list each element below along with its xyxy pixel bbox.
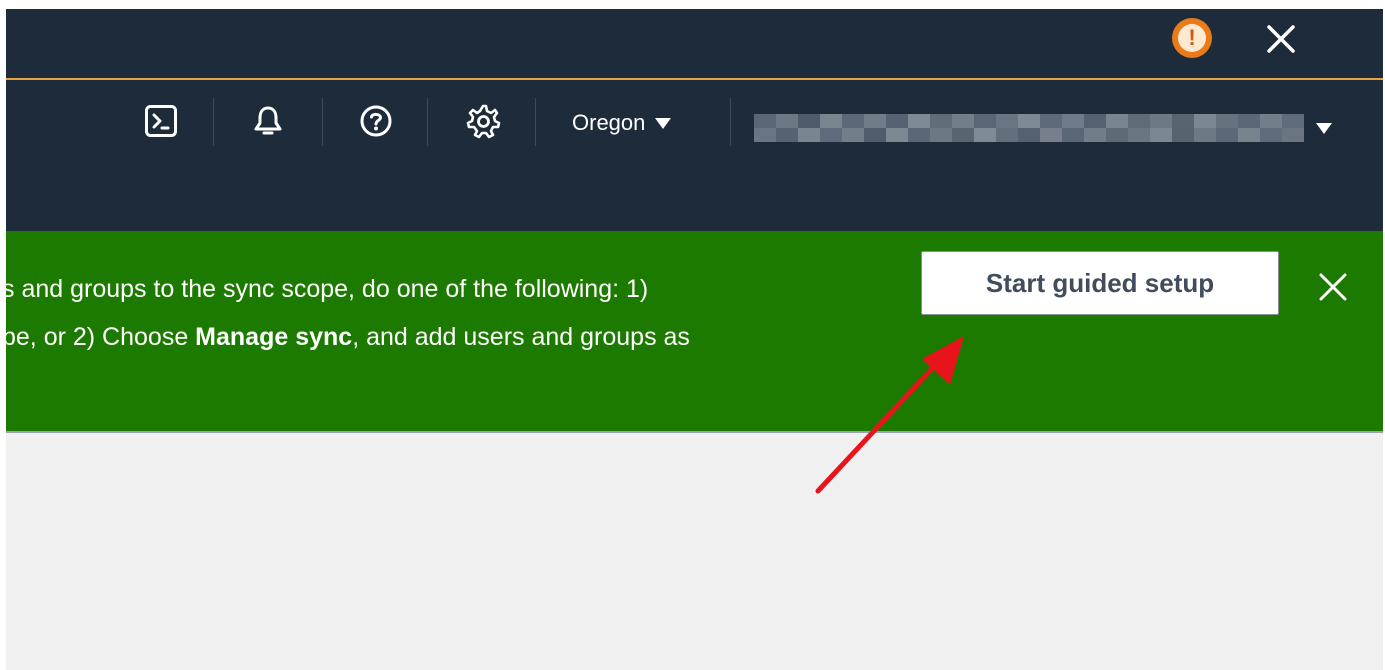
annotation-arrow xyxy=(815,336,964,494)
app-frame: ! Oregon s and groups to the sync scope,… xyxy=(6,9,1383,670)
